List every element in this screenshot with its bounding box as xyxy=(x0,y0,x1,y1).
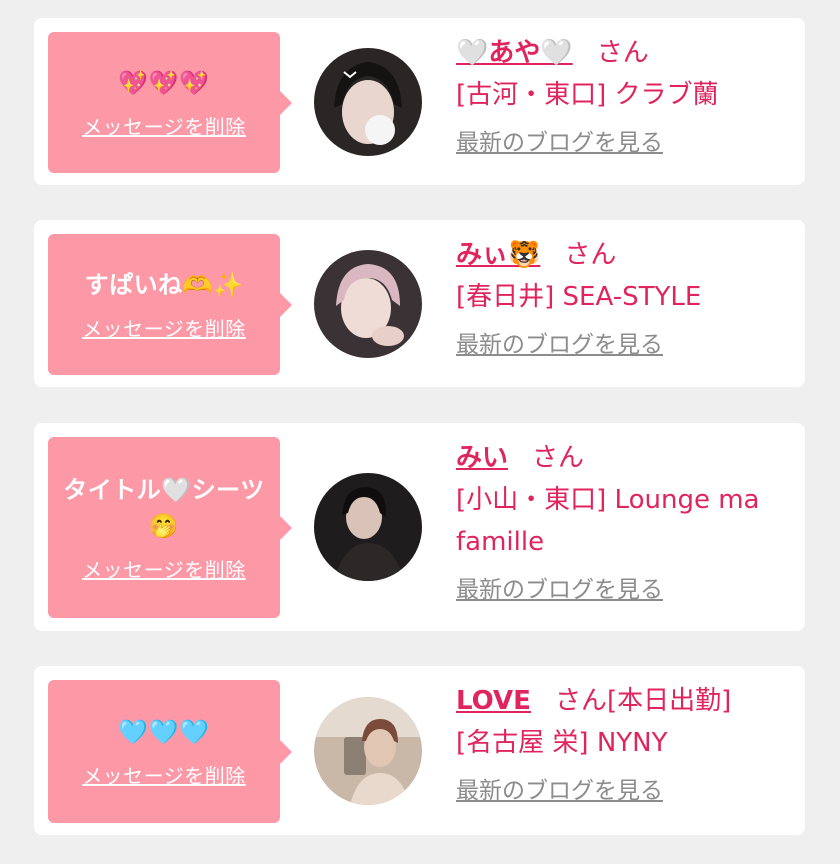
latest-blog-link[interactable]: 最新のブログを見る xyxy=(456,126,663,160)
delete-message-link[interactable]: メッセージを削除 xyxy=(82,111,246,140)
shop-name: [小山・東口] Lounge ma famille xyxy=(456,485,760,557)
message-bubble: 💖💖💖 メッセージを削除 xyxy=(48,32,292,173)
shop-name: [春日井] SEA-STYLE xyxy=(456,282,702,312)
honorific: さん xyxy=(596,38,649,68)
latest-blog-link[interactable]: 最新のブログを見る xyxy=(456,573,663,607)
cast-name-link[interactable]: みい xyxy=(456,443,508,473)
honorific: さん xyxy=(564,240,617,270)
message-text: タイトル🤍シーツ🤭 xyxy=(63,476,265,540)
avatar[interactable] xyxy=(314,697,422,805)
latest-blog-link[interactable]: 最新のブログを見る xyxy=(456,774,663,808)
delete-message-link[interactable]: メッセージを削除 xyxy=(82,313,246,342)
message-card: すぱいね🫶✨ メッセージを削除 みぃ🐯 さん [春日井] SEA-STYLE 最新… xyxy=(34,220,805,387)
message-text: 🩵🩵🩵 xyxy=(118,718,210,746)
latest-blog-link[interactable]: 最新のブログを見る xyxy=(456,328,663,362)
cast-info: 🤍あや🤍 さん [古河・東口] クラブ蘭 最新のブログを見る xyxy=(456,32,791,160)
message-text: 💖💖💖 xyxy=(118,69,210,97)
message-card: タイトル🤍シーツ🤭 メッセージを削除 みい さん [小山・東口] Lounge m… xyxy=(34,423,805,631)
message-card: 🩵🩵🩵 メッセージを削除 LOVE さん[本日出勤] [名古屋 栄] NYNY 最… xyxy=(34,666,805,835)
cast-info: みぃ🐯 さん [春日井] SEA-STYLE 最新のブログを見る xyxy=(456,234,791,362)
avatar[interactable] xyxy=(314,250,422,358)
delete-message-link[interactable]: メッセージを削除 xyxy=(82,760,246,789)
avatar[interactable] xyxy=(314,48,422,156)
honorific: さん xyxy=(532,443,585,473)
delete-message-link[interactable]: メッセージを削除 xyxy=(82,554,246,583)
cast-name-link[interactable]: みぃ🐯 xyxy=(456,240,540,270)
message-list: 💖💖💖 メッセージを削除 🤍あや🤍 さん [古河・東口] クラブ蘭 最新のブログを… xyxy=(0,0,840,864)
message-bubble: タイトル🤍シーツ🤭 メッセージを削除 xyxy=(48,437,292,618)
avatar[interactable] xyxy=(314,473,422,581)
message-text: すぱいね🫶✨ xyxy=(84,271,244,299)
message-bubble: 🩵🩵🩵 メッセージを削除 xyxy=(48,680,292,823)
message-bubble: すぱいね🫶✨ メッセージを削除 xyxy=(48,234,292,375)
cast-info: LOVE さん[本日出勤] [名古屋 栄] NYNY 最新のブログを見る xyxy=(456,680,791,808)
cast-info: みい さん [小山・東口] Lounge ma famille 最新のブログを見る xyxy=(456,437,791,607)
cast-name-link[interactable]: 🤍あや🤍 xyxy=(456,38,573,68)
shop-name: [古河・東口] クラブ蘭 xyxy=(456,80,719,110)
message-card: 💖💖💖 メッセージを削除 🤍あや🤍 さん [古河・東口] クラブ蘭 最新のブログを… xyxy=(34,18,805,185)
cast-name-link[interactable]: LOVE xyxy=(456,686,531,716)
status-tag: [本日出勤] xyxy=(606,686,732,716)
honorific: さん xyxy=(554,686,607,716)
shop-name: [名古屋 栄] NYNY xyxy=(456,728,668,758)
